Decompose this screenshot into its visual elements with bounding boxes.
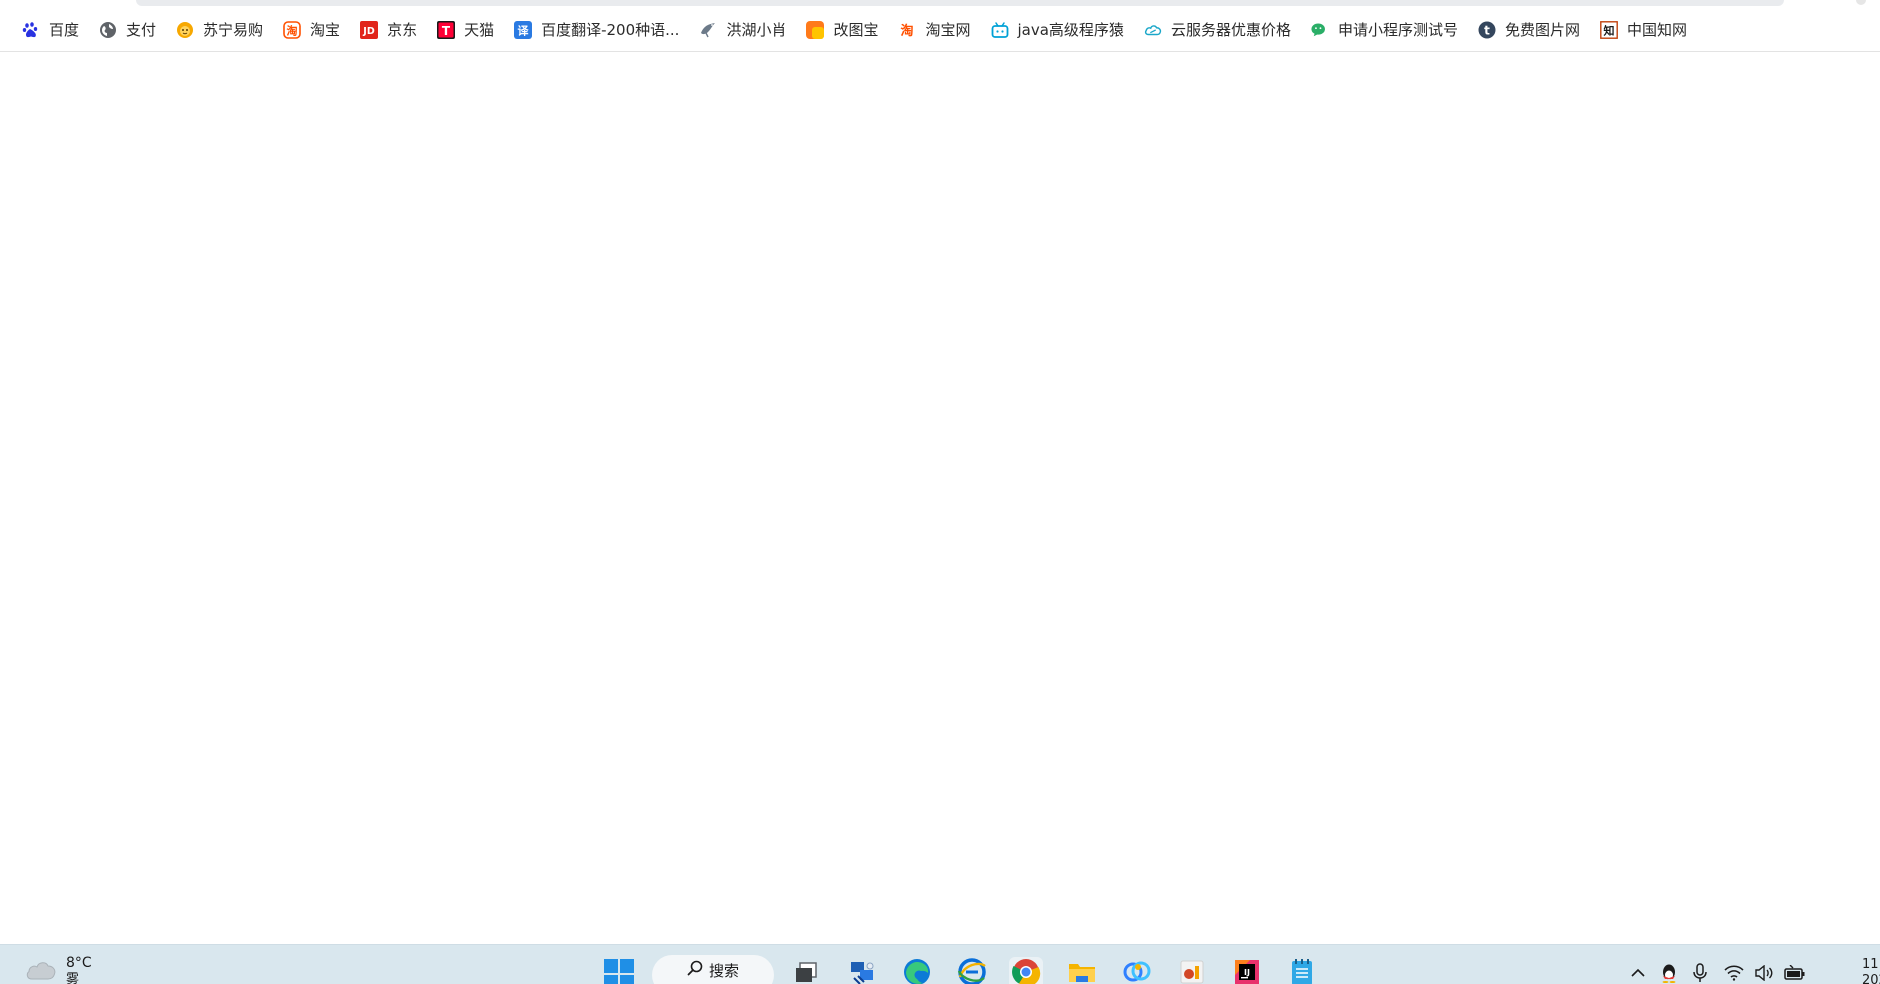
bookmark-cnki[interactable]: 知 中国知网 [1592,14,1695,46]
taobao-icon: 淘 [283,20,301,39]
bilibili-tv-icon [991,21,1009,39]
cloud-icon [1144,21,1162,39]
tmall-icon: T [437,20,456,39]
svg-text:淘: 淘 [287,23,298,37]
bookmark-label: 淘宝网 [925,21,971,39]
taskbar-app-task-view[interactable] [789,957,823,984]
weather-widget[interactable]: 8°C 雾 [24,955,92,984]
task-view-icon [793,959,819,984]
bookmark-label: 云服务器优惠价格 [1170,21,1291,39]
microphone-icon[interactable] [1692,963,1708,984]
bookmark-baidu-translate[interactable]: 译 百度翻译-200种语... [506,14,687,46]
weather-condition: 雾 [66,972,80,984]
cnki-icon: 知 [1600,20,1618,39]
taskbar-app-edge[interactable] [900,957,934,984]
taskbar-app-intellij[interactable]: IJ [1230,957,1264,984]
bookmark-label: 支付 [126,21,157,39]
bookmark-miniprogram[interactable]: 申请小程序测试号 [1303,14,1466,46]
jd-icon: JD [360,20,379,39]
file-explorer-icon [1067,957,1097,984]
qq-penguin-icon[interactable] [1660,963,1678,984]
svg-text:IJ: IJ [1244,968,1250,977]
taskbar-search[interactable]: 搜索 [652,955,774,984]
bookmark-honghu[interactable]: 洪湖小肖 [691,14,794,46]
bird-icon [699,21,717,39]
svg-text:JD: JD [362,26,375,37]
translate-icon: 译 [514,20,533,39]
cloud-weather-icon [24,955,58,984]
taskbar: 8°C 雾 搜索 IJ 11 20 [0,944,1880,984]
baidu-paw-icon [22,21,40,39]
taskbar-app-baidu-netdisk[interactable] [1120,957,1154,984]
bookmark-jd[interactable]: JD 京东 [352,14,425,46]
edge-icon [902,957,932,984]
bookmark-taobao[interactable]: 淘 淘宝 [275,14,348,46]
bookmark-taobao-net[interactable]: 淘 淘宝网 [890,14,978,46]
svg-text:t: t [1484,23,1490,37]
taobao-text-icon: 淘 [898,21,916,39]
clock-date: 2023/ [1862,973,1880,984]
omnibox-edge[interactable] [136,0,1784,6]
battery-charging-icon[interactable] [1784,964,1806,984]
baidu-netdisk-icon [1122,957,1152,984]
intellij-idea-icon: IJ [1232,957,1262,984]
bookmark-label: 天猫 [464,21,495,39]
globe-icon [99,21,117,39]
tumblr-t-icon: t [1478,21,1496,39]
bookmark-java[interactable]: java高级程序猿 [983,14,1132,46]
bookmark-cloud-server[interactable]: 云服务器优惠价格 [1136,14,1299,46]
bookmark-label: 淘宝 [310,21,341,39]
page-content [0,53,1880,944]
svg-text:知: 知 [1602,23,1614,37]
bookmarks-bar: 百度 支付 苏宁易购 淘 淘宝 JD 京东 T 天猫 译 百度翻译-200种语.… [0,8,1880,52]
system-tray [1630,963,1806,984]
bookmark-label: 中国知网 [1626,21,1687,39]
taskbar-app-notepad[interactable] [1285,957,1319,984]
bookmark-label: 百度 [49,21,80,39]
taskbar-app-powerpoint[interactable] [1175,957,1209,984]
wechat-icon [1311,21,1329,39]
wifi-icon[interactable] [1724,965,1744,984]
svg-text:译: 译 [518,24,530,37]
bookmark-zhifu[interactable]: 支付 [91,14,164,46]
bookmark-label: 洪湖小肖 [726,21,787,39]
taskbar-app-ie[interactable] [955,957,989,984]
search-icon [687,960,703,980]
bookmark-label: 申请小程序测试号 [1337,21,1458,39]
bookmark-label: 改图宝 [833,21,879,39]
search-label: 搜索 [708,961,739,980]
profile-button-edge[interactable] [1856,0,1866,5]
clock-time: 11: [1862,957,1880,972]
taskbar-clock[interactable]: 11: 2023/ [1862,957,1880,984]
bookmark-label: 苏宁易购 [203,21,264,39]
chrome-icon [1011,957,1041,984]
gaitubao-icon [806,20,825,39]
powerpoint-icon [1177,957,1207,984]
taskbar-app-network-tool[interactable] [845,957,879,984]
volume-icon[interactable] [1754,964,1774,984]
bookmark-tmall[interactable]: T 天猫 [429,14,502,46]
network-tool-icon [848,958,876,984]
taskbar-app-file-explorer[interactable] [1065,957,1099,984]
screen: 百度 支付 苏宁易购 淘 淘宝 JD 京东 T 天猫 译 百度翻译-200种语.… [0,0,1880,984]
bookmark-label: java高级程序猿 [1017,21,1124,39]
notepad-icon [1288,957,1316,984]
bookmark-label: 京东 [387,21,418,39]
taskbar-app-chrome[interactable] [1009,957,1043,984]
windows-logo-icon [604,959,634,984]
start-button[interactable] [604,959,634,984]
ie-browser-icon [957,957,987,984]
chevron-up-icon[interactable] [1630,965,1646,984]
bookmark-baidu[interactable]: 百度 [14,14,87,46]
bookmark-suning[interactable]: 苏宁易购 [168,14,271,46]
svg-text:淘: 淘 [901,23,914,39]
bookmark-free-images[interactable]: t 免费图片网 [1470,14,1588,46]
bookmark-label: 百度翻译-200种语... [541,21,680,39]
bookmark-label: 免费图片网 [1504,21,1580,39]
svg-text:T: T [442,24,451,38]
bookmark-gaitubao[interactable]: 改图宝 [798,14,886,46]
suning-lion-icon [176,21,194,39]
weather-temperature: 8°C [66,955,92,971]
